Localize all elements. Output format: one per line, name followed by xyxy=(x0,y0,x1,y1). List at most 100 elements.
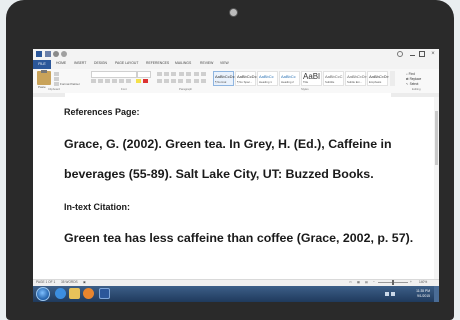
style-title[interactable]: AaBl Title xyxy=(301,71,322,86)
find-label: Find xyxy=(408,72,415,76)
style-sample: AaBbCcC xyxy=(325,74,343,79)
tab-view[interactable]: VIEW xyxy=(220,61,229,65)
citation-line: Green tea has less caffeine than coffee … xyxy=(64,231,414,245)
document-area[interactable]: References Page: Grace, G. (2002). Green… xyxy=(33,97,439,279)
find-button[interactable]: ⌕ Find xyxy=(406,72,415,76)
redo-icon[interactable] xyxy=(61,51,67,57)
save-icon[interactable] xyxy=(45,51,51,57)
style-subtitle[interactable]: AaBbCcC Subtitle xyxy=(323,71,344,86)
align-left-icon[interactable] xyxy=(157,79,162,83)
copy-icon[interactable] xyxy=(54,77,59,81)
vertical-scrollbar[interactable] xyxy=(434,97,439,279)
tab-page-layout[interactable]: PAGE LAYOUT xyxy=(115,61,138,65)
align-right-icon[interactable] xyxy=(171,79,176,83)
show-desktop-button[interactable] xyxy=(434,286,439,302)
tab-file[interactable]: FILE xyxy=(33,60,51,69)
zoom-in-icon[interactable]: + xyxy=(410,280,412,284)
proofing-icon[interactable]: ▣ xyxy=(83,280,86,284)
tab-review[interactable]: REVIEW xyxy=(200,61,213,65)
shading-icon[interactable] xyxy=(194,79,199,83)
strikethrough-icon[interactable] xyxy=(112,79,117,83)
sort-icon[interactable] xyxy=(194,72,199,76)
borders-icon[interactable] xyxy=(201,79,206,83)
clock-date[interactable]: 9/1/2015 xyxy=(417,294,430,298)
style-heading-2[interactable]: AaBbCc Heading 2 xyxy=(279,71,300,86)
align-center-icon[interactable] xyxy=(164,79,169,83)
file-explorer-icon[interactable] xyxy=(69,288,80,299)
select-label: Select xyxy=(409,82,419,86)
print-layout-icon[interactable]: ▦ xyxy=(357,280,360,284)
ribbon-tabs: FILE HOME INSERT DESIGN PAGE LAYOUT REFE… xyxy=(33,60,439,69)
style-no-spacing[interactable]: AaBbCcDc ¶ No Spac... xyxy=(235,71,257,86)
network-icon[interactable] xyxy=(385,292,389,296)
screen: × FILE HOME INSERT DESIGN PAGE LAYOUT RE… xyxy=(33,49,439,302)
style-name: Heading 1 xyxy=(259,80,272,84)
line-spacing-icon[interactable] xyxy=(186,79,191,83)
paste-label: Paste xyxy=(38,85,46,89)
taskbar: 11:35 PM 9/1/2015 xyxy=(33,286,439,302)
tab-home[interactable]: HOME xyxy=(56,61,66,65)
close-button[interactable]: × xyxy=(428,50,438,58)
internet-explorer-icon[interactable] xyxy=(55,288,66,299)
undo-icon[interactable] xyxy=(53,51,59,57)
replace-label: Replace xyxy=(409,77,422,81)
replace-button[interactable]: ⇄ Replace xyxy=(406,77,421,81)
highlight-icon[interactable] xyxy=(136,79,141,83)
format-painter-icon[interactable] xyxy=(54,82,59,86)
cut-icon[interactable] xyxy=(54,72,59,76)
ribbon: Paste Format Painter Clipboard Font Para… xyxy=(33,69,439,94)
increase-indent-icon[interactable] xyxy=(186,72,191,76)
style-name: ¶ No Spac... xyxy=(237,80,253,84)
maximize-button[interactable] xyxy=(417,50,427,58)
zoom-out-icon[interactable]: − xyxy=(373,280,375,284)
page-count[interactable]: PAGE 1 OF 1 xyxy=(36,280,55,284)
style-normal[interactable]: AaBbCcDc ¶ Normal xyxy=(213,71,235,86)
media-player-icon[interactable] xyxy=(83,288,94,299)
bullets-icon[interactable] xyxy=(157,72,162,76)
styles-more-icon[interactable] xyxy=(390,71,395,86)
tab-references[interactable]: REFERENCES xyxy=(146,61,169,65)
decrease-indent-icon[interactable] xyxy=(179,72,184,76)
superscript-icon[interactable] xyxy=(126,79,131,83)
multilevel-list-icon[interactable] xyxy=(171,72,176,76)
web-layout-icon[interactable]: ▤ xyxy=(365,280,368,284)
clipboard-icon xyxy=(41,70,47,73)
word-taskbar-icon[interactable] xyxy=(99,288,110,299)
underline-icon[interactable] xyxy=(105,79,110,83)
volume-icon[interactable] xyxy=(391,292,395,296)
read-mode-icon[interactable]: ▭ xyxy=(349,280,352,284)
scrollbar-thumb[interactable] xyxy=(435,111,438,165)
justify-icon[interactable] xyxy=(178,79,183,83)
help-button[interactable] xyxy=(395,50,405,58)
minimize-button[interactable] xyxy=(407,50,417,58)
zoom-level[interactable]: 140% xyxy=(419,280,427,284)
laptop-frame: × FILE HOME INSERT DESIGN PAGE LAYOUT RE… xyxy=(6,0,454,320)
subscript-icon[interactable] xyxy=(119,79,124,83)
font-color-icon[interactable] xyxy=(143,79,148,83)
style-heading-1[interactable]: AaBbCc Heading 1 xyxy=(257,71,278,86)
zoom-slider-thumb[interactable] xyxy=(392,280,394,285)
style-name: ¶ Normal xyxy=(215,80,227,84)
bold-icon[interactable] xyxy=(91,79,96,83)
tab-design[interactable]: DESIGN xyxy=(94,61,107,65)
word-count[interactable]: 35 WORDS xyxy=(61,280,78,284)
format-painter-label[interactable]: Format Painter xyxy=(60,82,80,86)
in-text-citation-heading: In-text Citation: xyxy=(64,202,130,212)
style-sample: AaBbCcDc xyxy=(215,74,235,79)
style-emphasis[interactable]: AaBbCcDc Emphasis xyxy=(367,71,389,86)
select-button[interactable]: ↖ Select xyxy=(406,82,418,86)
webcam-icon xyxy=(229,8,238,17)
tab-mailings[interactable]: MAILINGS xyxy=(175,61,191,65)
show-formatting-icon[interactable] xyxy=(201,72,206,76)
start-button[interactable] xyxy=(36,287,50,301)
style-subtle-emphasis[interactable]: AaBbCcDc Subtle Em... xyxy=(345,71,367,86)
italic-icon[interactable] xyxy=(98,79,103,83)
clock-time[interactable]: 11:35 PM xyxy=(416,289,430,293)
paste-button[interactable] xyxy=(37,70,51,85)
font-size-box[interactable] xyxy=(137,71,151,78)
style-name: Emphasis xyxy=(369,80,382,84)
reference-line-2: beverages (55-89). Salt Lake City, UT: B… xyxy=(64,167,374,181)
tab-insert[interactable]: INSERT xyxy=(74,61,86,65)
numbering-icon[interactable] xyxy=(164,72,169,76)
font-name-box[interactable] xyxy=(91,71,137,78)
